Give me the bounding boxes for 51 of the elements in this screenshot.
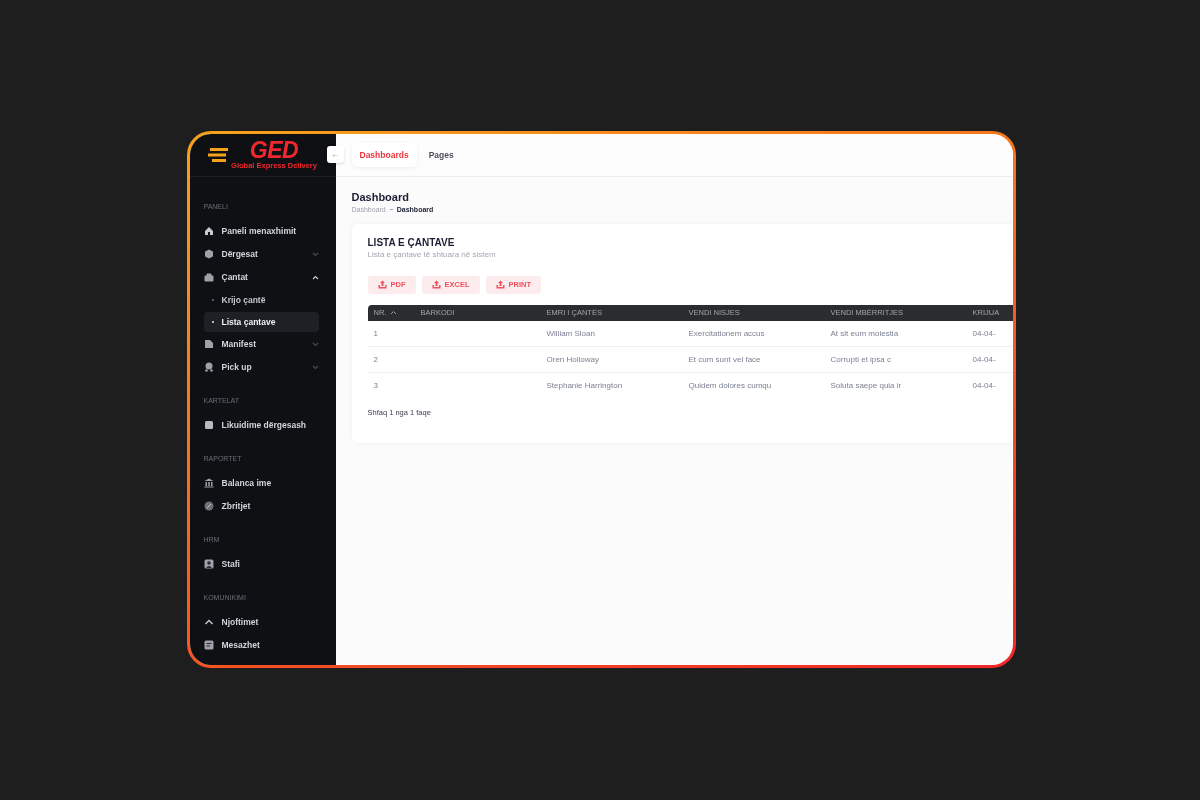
menu-icon — [203, 272, 214, 282]
menu-icon — [203, 362, 214, 372]
table-cell: 04-04- — [972, 328, 996, 338]
table-cell: 2 — [373, 354, 378, 364]
menu-icon — [203, 339, 214, 349]
table-cell: 1 — [373, 328, 378, 338]
upload-icon — [377, 280, 387, 289]
table-cell: 04-04- — [972, 354, 996, 364]
table-cell: At sit eum molestia — [830, 328, 899, 338]
sidebar-item[interactable]: Dërgesat — [203, 242, 319, 266]
submenu-item[interactable]: Lista çantave — [203, 311, 319, 332]
menu-icon — [203, 478, 214, 488]
menu-icon — [203, 501, 214, 511]
sidebar-item[interactable]: Balanca ime — [203, 471, 319, 495]
upload-icon — [431, 280, 441, 289]
sidebar-item[interactable]: Stafi — [203, 552, 319, 576]
table-cell: 04-04- — [972, 380, 996, 390]
page-title: Dashboard — [351, 190, 410, 203]
table-cell: Quidem dolores cumqu — [688, 380, 772, 390]
breadcrumb-separator — [389, 208, 393, 210]
nav-tab[interactable]: Pages — [420, 142, 462, 167]
menu-icon — [203, 617, 214, 627]
table-cell: Oren Holloway — [546, 354, 599, 364]
menu-icon — [203, 559, 214, 569]
table-cell: Soluta saepe quia ir — [830, 380, 902, 390]
card-title: LISTA E ÇANTAVE — [367, 236, 456, 248]
menu-icon — [203, 226, 214, 236]
sidebar-item[interactable]: Paneli menaxhimit — [203, 219, 319, 243]
menu-icon — [203, 249, 214, 259]
speed-lines-icon — [208, 146, 231, 163]
sort-icon — [390, 310, 398, 315]
table-cell: Stephanie Harrington — [546, 380, 623, 390]
table-cell: Et cum sunt vel face — [688, 354, 761, 364]
sidebar-item[interactable]: Manifest — [203, 332, 319, 356]
sidebar-item[interactable]: Mesazhet — [203, 633, 319, 657]
sidebar-item[interactable]: Pick up — [203, 355, 319, 379]
nav-tab[interactable]: Dashboards — [351, 142, 417, 167]
table-cell: William Sloan — [546, 328, 595, 338]
table-cell: Exercitationem accus — [688, 328, 765, 338]
card-subtitle: Lista e çantave të shtuara në sistem — [367, 249, 497, 259]
menu-icon — [203, 420, 214, 430]
table-cell: 3 — [373, 380, 378, 390]
sidebar-item[interactable]: Likuidime dërgesash — [203, 413, 319, 437]
logo-text: GED — [249, 139, 299, 161]
sidebar-item[interactable]: Zbritjet — [203, 494, 319, 518]
menu-icon — [203, 640, 214, 650]
submenu-item[interactable]: Krijo çantë — [203, 289, 319, 310]
upload-icon — [495, 280, 505, 289]
table-cell: Corrupti et ipsa c — [830, 354, 891, 364]
sidebar-item[interactable]: Njoftimet — [203, 610, 319, 634]
sidebar-item[interactable]: Çantat — [203, 265, 319, 289]
